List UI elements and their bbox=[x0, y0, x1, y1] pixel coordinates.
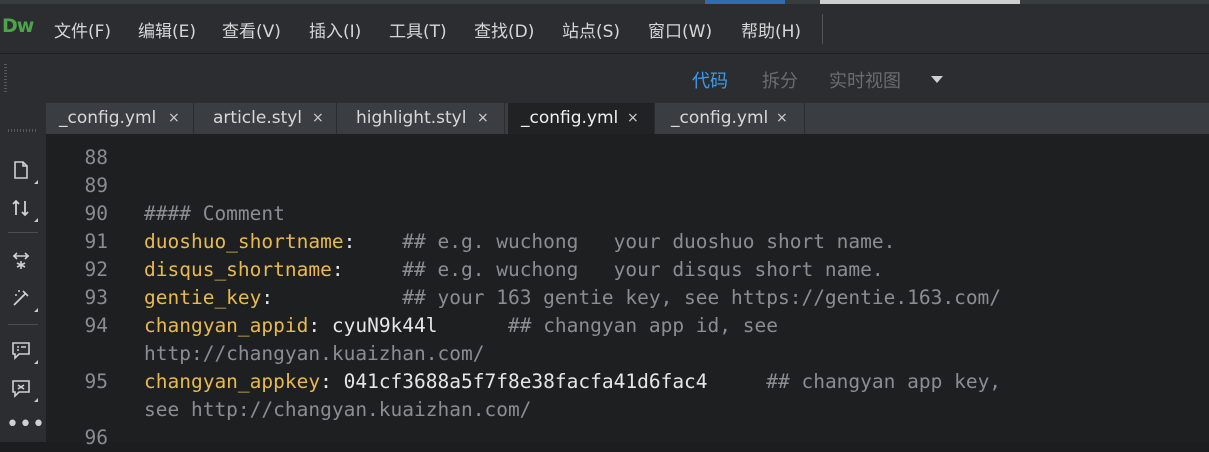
view-code-button[interactable]: 代码 bbox=[692, 67, 728, 93]
yaml-separator: : bbox=[308, 314, 332, 337]
yaml-key: duoshuo_shortname bbox=[144, 230, 344, 253]
yaml-separator: : bbox=[320, 370, 344, 393]
tab-label: highlight.styl bbox=[356, 108, 467, 128]
menu-help[interactable]: 帮助(H) bbox=[741, 17, 801, 42]
file-icon[interactable] bbox=[6, 159, 38, 185]
tab-label: _config.yml bbox=[521, 108, 619, 128]
code-text: changyan_appid: cyuN9k44l ## changyan ap… bbox=[144, 312, 778, 340]
tab-highlight-styl[interactable]: highlight.styl × bbox=[343, 103, 505, 134]
code-text: http://changyan.kuaizhan.com/ bbox=[144, 340, 484, 368]
line-number: 89 bbox=[84, 174, 108, 197]
code-text: changyan_appkey: 041cf3688a5f7f8e38facfa… bbox=[144, 368, 1001, 396]
toolbar-grip[interactable] bbox=[4, 64, 7, 92]
tab-config-active[interactable]: _config.yml × bbox=[508, 103, 655, 134]
expand-icon[interactable] bbox=[6, 249, 36, 275]
line-number: 90 bbox=[84, 202, 108, 225]
tab-label: article.styl bbox=[213, 108, 303, 128]
menu-site[interactable]: 站点(S) bbox=[562, 17, 620, 42]
view-split-button[interactable]: 拆分 bbox=[762, 67, 798, 93]
document-tab-bar: _config.yml × article.styl × highlight.s… bbox=[46, 103, 1209, 134]
yaml-key: disqus_shortname bbox=[144, 258, 332, 281]
close-icon[interactable]: × bbox=[627, 103, 639, 134]
code-text: duoshuo_shortname: ## e.g. wuchong your … bbox=[144, 228, 895, 256]
view-live-button[interactable]: 实时视图 bbox=[829, 67, 901, 93]
menu-view[interactable]: 查看(V) bbox=[222, 17, 281, 42]
menu-file[interactable]: 文件(F) bbox=[54, 17, 111, 42]
code-text: disqus_shortname: ## e.g. wuchong your d… bbox=[144, 256, 884, 284]
close-icon[interactable]: × bbox=[168, 103, 180, 134]
yaml-value: cyuN9k44l bbox=[331, 314, 438, 337]
code-editor[interactable]: 88 89 90 #### Comment 91 duoshuo_shortname: #… bbox=[46, 134, 1209, 449]
yaml-comment: ## e.g. wuchong your disqus short name. bbox=[402, 258, 884, 281]
code-text: see http://changyan.kuaizhan.com/ bbox=[144, 396, 531, 424]
menu-tools[interactable]: 工具(T) bbox=[389, 17, 447, 42]
yaml-key: changyan_appid bbox=[144, 314, 309, 337]
menu-edit[interactable]: 编辑(E) bbox=[138, 17, 196, 42]
code-text: #### Comment bbox=[144, 200, 285, 228]
yaml-comment: ## changyan app key, bbox=[707, 370, 1002, 393]
yaml-comment: see http://changyan.kuaizhan.com/ bbox=[144, 398, 532, 421]
code-text: gentie_key: ## your 163 gentie key, see … bbox=[144, 284, 1001, 312]
comment-remove-icon[interactable] bbox=[6, 377, 38, 403]
comment-icon[interactable] bbox=[6, 339, 38, 365]
menu-insert[interactable]: 插入(I) bbox=[309, 17, 361, 42]
left-toolbar-grip[interactable] bbox=[8, 129, 36, 132]
tab-article-styl[interactable]: article.styl × bbox=[200, 103, 337, 134]
view-bar: 代码 拆分 实时视图 bbox=[0, 54, 1209, 103]
sort-icon[interactable] bbox=[6, 197, 38, 223]
line-number: 88 bbox=[84, 146, 108, 169]
yaml-key: changyan_appkey bbox=[144, 370, 321, 393]
yaml-value: 041cf3688a5f7f8e38facfa41d6fac4 bbox=[343, 370, 708, 393]
line-number: 94 bbox=[84, 314, 108, 337]
close-icon[interactable]: × bbox=[776, 103, 788, 134]
view-dropdown-caret-icon[interactable] bbox=[931, 76, 943, 83]
tab-config-1[interactable]: _config.yml × bbox=[46, 103, 194, 134]
more-icon[interactable]: ••• bbox=[6, 414, 45, 441]
left-toolbar-divider bbox=[8, 324, 38, 325]
tab-label: _config.yml bbox=[671, 108, 769, 128]
line-number: 95 bbox=[84, 370, 108, 393]
line-number: 92 bbox=[84, 258, 108, 281]
close-icon[interactable]: × bbox=[477, 103, 489, 134]
yaml-comment: ## your 163 gentie key, see https://gent… bbox=[402, 286, 1002, 309]
menu-separator bbox=[822, 14, 823, 44]
tab-config-3[interactable]: _config.yml × bbox=[658, 103, 805, 134]
close-icon[interactable]: × bbox=[312, 103, 324, 134]
left-toolbar: ••• bbox=[0, 103, 46, 442]
yaml-separator: : bbox=[331, 258, 403, 281]
menu-bar: Dw 文件(F) 编辑(E) 查看(V) 插入(I) 工具(T) 查找(D) 站… bbox=[0, 4, 1209, 54]
left-toolbar-divider bbox=[8, 232, 38, 233]
yaml-comment: http://changyan.kuaizhan.com/ bbox=[144, 342, 485, 365]
yaml-comment: #### Comment bbox=[144, 202, 285, 225]
line-number: 91 bbox=[84, 230, 108, 253]
app-logo: Dw bbox=[2, 15, 34, 37]
wand-icon[interactable] bbox=[6, 287, 38, 313]
yaml-separator: : bbox=[261, 286, 403, 309]
tab-label: _config.yml bbox=[59, 108, 157, 128]
yaml-key: gentie_key bbox=[144, 286, 262, 309]
menu-window[interactable]: 窗口(W) bbox=[648, 17, 712, 42]
yaml-comment: ## changyan app id, see bbox=[437, 314, 778, 337]
line-number: 93 bbox=[84, 286, 108, 309]
yaml-comment: ## e.g. wuchong your duoshuo short name. bbox=[402, 230, 896, 253]
line-number: 96 bbox=[84, 426, 108, 449]
menu-find[interactable]: 查找(D) bbox=[474, 17, 534, 42]
yaml-separator: : bbox=[343, 230, 403, 253]
